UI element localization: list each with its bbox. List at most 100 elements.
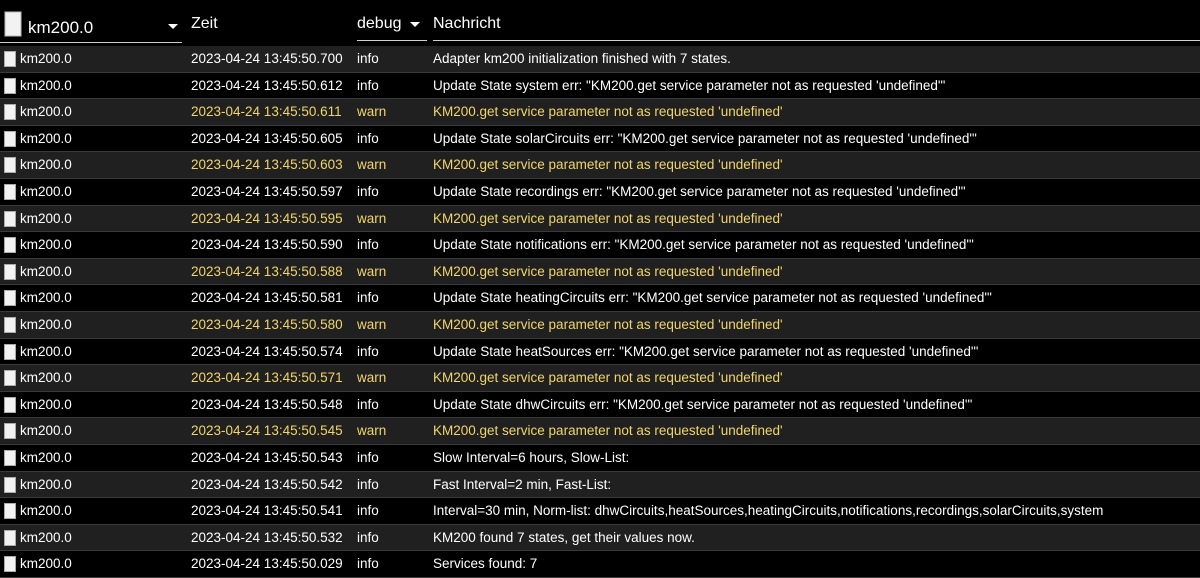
row-message: KM200.get service parameter not as reque…: [433, 157, 783, 173]
row-source: km200.0: [20, 183, 72, 199]
row-level: warn: [357, 370, 387, 386]
table-row[interactable]: km200.0 2023-04-24 13:45:50.603 warn KM200.…: [0, 152, 1200, 179]
table-row[interactable]: km200.0 2023-04-24 13:45:50.612 info Update…: [0, 72, 1200, 100]
document-icon: [4, 51, 16, 67]
row-message: Update State notifications err: "KM200.g…: [433, 237, 974, 253]
row-message: Update State dhwCircuits err: "KM200.get…: [433, 396, 973, 412]
table-row[interactable]: km200.0 2023-04-24 13:45:50.543 info Slow I…: [0, 444, 1200, 472]
table-row[interactable]: km200.0 2023-04-24 13:45:50.541 info Interv…: [0, 498, 1200, 525]
row-source: km200.0: [20, 503, 72, 519]
row-source: km200.0: [20, 396, 72, 412]
row-message: KM200.get service parameter not as reque…: [433, 316, 783, 332]
row-level: warn: [357, 263, 387, 279]
row-source: km200.0: [20, 449, 72, 465]
row-time: 2023-04-24 13:45:50.532: [191, 529, 343, 545]
chevron-down-icon[interactable]: [410, 22, 420, 27]
row-time: 2023-04-24 13:45:50.700: [191, 51, 343, 66]
row-message: KM200.get service parameter not as reque…: [433, 370, 783, 386]
row-time: 2023-04-24 13:45:50.029: [191, 556, 343, 572]
row-level: info: [357, 237, 379, 253]
source-filter-label: km200.0: [28, 18, 94, 37]
source-filter-dropdown[interactable]: km200.0: [0, 8, 182, 43]
document-icon: [4, 503, 16, 520]
document-icon: [4, 290, 16, 307]
row-level: warn: [357, 157, 387, 173]
row-level: warn: [357, 316, 387, 332]
table-row[interactable]: km200.0 2023-04-24 13:45:50.532 info KM200 …: [0, 524, 1200, 552]
row-message: Update State heatingCircuits err: "KM200…: [433, 290, 992, 306]
row-source: km200.0: [20, 423, 72, 439]
log-table: km200.0 2023-04-24 13:45:50.700 info Adapte…: [0, 46, 1200, 578]
document-icon: [4, 237, 16, 254]
table-row[interactable]: km200.0 2023-04-24 13:45:50.571 warn KM200.…: [0, 365, 1200, 392]
row-time: 2023-04-24 13:45:50.595: [191, 210, 343, 226]
document-icon: [4, 423, 16, 440]
row-level: warn: [357, 104, 387, 120]
row-source: km200.0: [20, 529, 72, 545]
row-time: 2023-04-24 13:45:50.580: [191, 316, 343, 332]
table-row[interactable]: km200.0 2023-04-24 13:45:50.548 info Update…: [0, 391, 1200, 419]
row-time: 2023-04-24 13:45:50.605: [191, 130, 343, 146]
row-level: warn: [357, 210, 387, 226]
level-filter-dropdown[interactable]: debug: [357, 0, 427, 41]
row-time: 2023-04-24 13:45:50.590: [191, 237, 343, 253]
row-time: 2023-04-24 13:45:50.548: [191, 396, 343, 412]
row-time: 2023-04-24 13:45:50.543: [191, 449, 343, 465]
level-filter-label: debug: [357, 15, 402, 32]
document-icon: [4, 556, 16, 573]
row-level: info: [357, 51, 379, 66]
row-message: Interval=30 min, Norm-list: dhwCircuits,…: [433, 503, 1104, 519]
row-message: Services found: 7: [433, 556, 538, 572]
table-row[interactable]: km200.0 2023-04-24 13:45:50.581 info Update…: [0, 285, 1200, 312]
document-icon: [4, 396, 16, 413]
table-row[interactable]: km200.0 2023-04-24 13:45:50.545 warn KM200.…: [0, 418, 1200, 445]
row-message: KM200.get service parameter not as reque…: [433, 210, 783, 226]
log-header: km200.0 Zeit debug Nachricht: [0, 0, 1200, 44]
row-message: KM200.get service parameter not as reque…: [433, 423, 783, 439]
row-message: Update State heatSources err: "KM200.get…: [433, 343, 979, 359]
document-icon: [4, 263, 16, 280]
row-level: info: [357, 290, 379, 306]
table-row[interactable]: km200.0 2023-04-24 13:45:50.597 info Update…: [0, 178, 1200, 206]
row-message: KM200 found 7 states, get their values n…: [433, 529, 695, 545]
document-icon: [4, 210, 16, 227]
message-column-label: Nachricht: [433, 15, 501, 32]
row-source: km200.0: [20, 476, 72, 492]
table-row[interactable]: km200.0 2023-04-24 13:45:50.574 info Update…: [0, 338, 1200, 366]
row-message: Fast Interval=2 min, Fast-List:: [433, 476, 612, 492]
row-source: km200.0: [20, 104, 72, 120]
table-row[interactable]: km200.0 2023-04-24 13:45:50.590 info Update…: [0, 232, 1200, 259]
row-time: 2023-04-24 13:45:50.542: [191, 476, 343, 492]
row-level: info: [357, 556, 379, 572]
table-row[interactable]: km200.0 2023-04-24 13:45:50.542 info Fast I…: [0, 471, 1200, 499]
table-row[interactable]: km200.0 2023-04-24 13:45:50.580 warn KM200.…: [0, 311, 1200, 339]
row-level: info: [357, 529, 379, 545]
table-row[interactable]: km200.0 2023-04-24 13:45:50.029 info Servic…: [0, 551, 1200, 578]
document-icon: [4, 157, 16, 174]
table-row[interactable]: km200.0 2023-04-24 13:45:50.605 info Update…: [0, 125, 1200, 153]
document-icon: [4, 316, 16, 333]
table-row[interactable]: km200.0 2023-04-24 13:45:50.611 warn KM200.…: [0, 99, 1200, 126]
row-source: km200.0: [20, 157, 72, 173]
row-source: km200.0: [20, 556, 72, 572]
row-time: 2023-04-24 13:45:50.545: [191, 423, 343, 439]
row-source: km200.0: [20, 77, 72, 93]
row-source: km200.0: [20, 237, 72, 253]
row-message: Update State recordings err: "KM200.get …: [433, 183, 966, 199]
row-level: info: [357, 183, 379, 199]
table-row[interactable]: km200.0 2023-04-24 13:45:50.595 warn KM200.…: [0, 205, 1200, 233]
table-row[interactable]: km200.0 2023-04-24 13:45:50.700 info Adapte…: [0, 46, 1200, 73]
row-time: 2023-04-24 13:45:50.603: [191, 157, 343, 173]
row-time: 2023-04-24 13:45:50.611: [191, 104, 342, 120]
row-time: 2023-04-24 13:45:50.588: [191, 263, 343, 279]
document-icon: [4, 183, 16, 200]
row-message: KM200.get service parameter not as reque…: [433, 263, 783, 279]
row-source: km200.0: [20, 343, 72, 359]
table-row[interactable]: km200.0 2023-04-24 13:45:50.588 warn KM200.…: [0, 258, 1200, 286]
chevron-down-icon[interactable]: [168, 24, 178, 29]
document-icon: [4, 11, 22, 37]
document-icon: [4, 104, 16, 121]
row-level: info: [357, 449, 379, 465]
document-icon: [4, 449, 16, 466]
row-level: info: [357, 343, 379, 359]
